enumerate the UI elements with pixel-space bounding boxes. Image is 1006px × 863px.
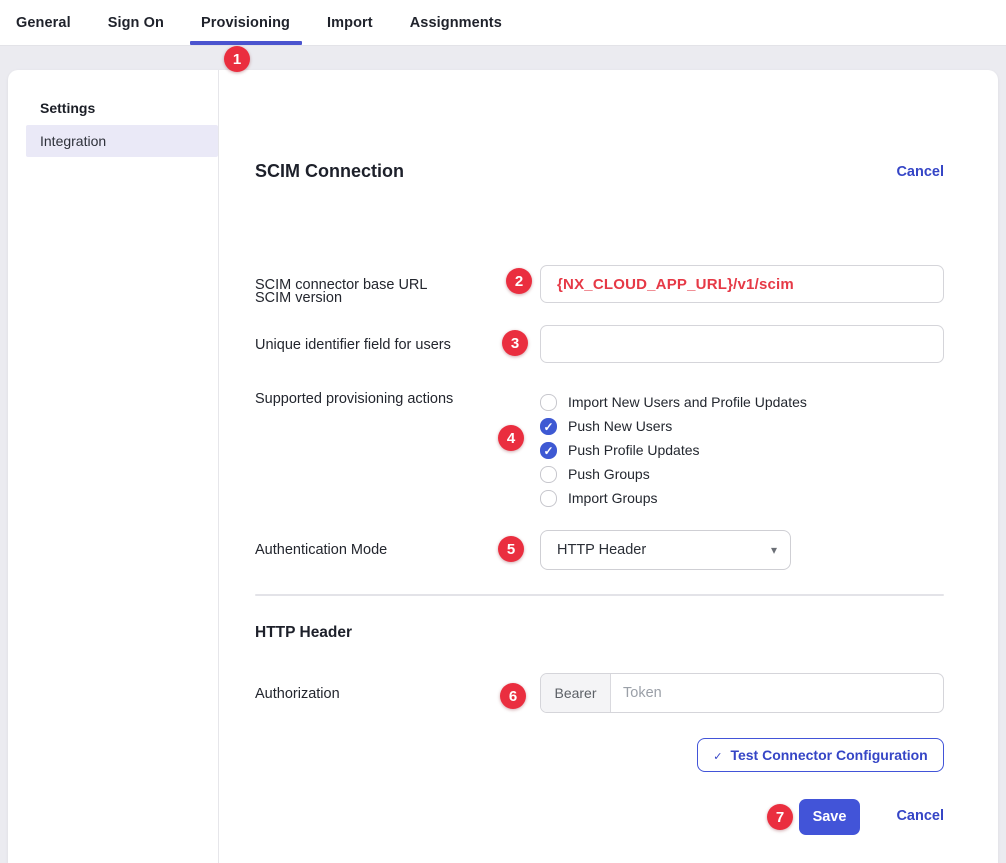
tab-provisioning[interactable]: Provisioning	[201, 0, 290, 45]
tab-sign-on[interactable]: Sign On	[108, 0, 164, 45]
step-badge-4: 4	[498, 425, 524, 451]
app-tabbar: General Sign On Provisioning Import Assi…	[0, 0, 1006, 46]
select-value: HTTP Header	[557, 542, 646, 558]
cancel-link-top[interactable]: Cancel	[896, 164, 944, 180]
checkbox-push-profile-updates[interactable]: Push Profile Updates	[540, 438, 807, 462]
provisioning-actions-list: Import New Users and Profile Updates Pus…	[540, 390, 807, 510]
checkbox-icon	[540, 466, 557, 483]
checkbox-icon	[540, 418, 557, 435]
authorization-input-group: Bearer	[540, 673, 944, 713]
http-header-section-title: HTTP Header	[255, 624, 352, 642]
checkbox-import-groups[interactable]: Import Groups	[540, 486, 807, 510]
page-title: SCIM Connection	[255, 161, 404, 182]
unique-id-input[interactable]	[540, 325, 944, 363]
sidebar-item-label: Integration	[40, 133, 106, 149]
checkbox-icon	[540, 394, 557, 411]
checkbox-push-new-users[interactable]: Push New Users	[540, 414, 807, 438]
save-button[interactable]: Save	[799, 799, 860, 835]
step-badge-1: 1	[224, 46, 250, 72]
tab-import[interactable]: Import	[327, 0, 373, 45]
cancel-link-bottom[interactable]: Cancel	[896, 808, 944, 824]
test-connector-configuration-button[interactable]: Test Connector Configuration	[697, 738, 944, 772]
checkbox-icon	[540, 442, 557, 459]
step-badge-3: 3	[502, 330, 528, 356]
checkbox-label: Import New Users and Profile Updates	[568, 394, 807, 410]
step-badge-6: 6	[500, 683, 526, 709]
checkbox-label: Import Groups	[568, 490, 657, 506]
step-badge-5: 5	[498, 536, 524, 562]
authentication-mode-select[interactable]: HTTP Header	[540, 530, 791, 570]
check-icon	[713, 747, 722, 763]
unique-id-label: Unique identifier field for users	[255, 337, 451, 353]
auth-mode-label: Authentication Mode	[255, 542, 387, 558]
base-url-label: SCIM connector base URL	[255, 277, 427, 293]
sidebar-header-settings: Settings	[40, 100, 95, 116]
section-divider	[255, 594, 944, 596]
base-url-input[interactable]	[540, 265, 944, 303]
step-badge-2: 2	[506, 268, 532, 294]
checkbox-label: Push Groups	[568, 466, 650, 482]
bearer-prefix: Bearer	[541, 674, 611, 712]
test-button-label: Test Connector Configuration	[730, 747, 927, 763]
checkbox-import-new-users[interactable]: Import New Users and Profile Updates	[540, 390, 807, 414]
sidebar-item-integration[interactable]: Integration	[26, 125, 218, 157]
checkbox-label: Push New Users	[568, 418, 672, 434]
tab-assignments[interactable]: Assignments	[410, 0, 502, 45]
checkbox-label: Push Profile Updates	[568, 442, 700, 458]
step-badge-7: 7	[767, 804, 793, 830]
checkbox-push-groups[interactable]: Push Groups	[540, 462, 807, 486]
checkbox-icon	[540, 490, 557, 507]
actions-label: Supported provisioning actions	[255, 391, 453, 407]
token-input[interactable]	[611, 674, 943, 712]
provisioning-card: Settings Integration SCIM Connection Can…	[8, 70, 998, 863]
sidebar-divider	[218, 70, 219, 863]
authorization-label: Authorization	[255, 686, 340, 702]
tab-general[interactable]: General	[16, 0, 71, 45]
